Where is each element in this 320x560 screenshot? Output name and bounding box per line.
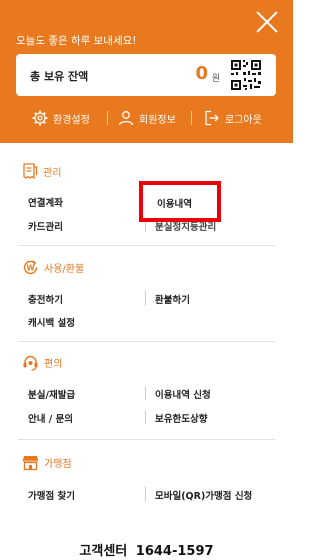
loss-reissue-link[interactable]: 분실/재발급 bbox=[28, 387, 75, 401]
charge-link[interactable]: 충전하기 bbox=[28, 292, 63, 306]
section-merchant-title: 가맹점 bbox=[22, 454, 72, 471]
customer-center-label: 고객센터 bbox=[79, 544, 128, 559]
column-divider bbox=[145, 291, 146, 305]
logout-icon bbox=[205, 110, 219, 126]
headset-icon bbox=[23, 355, 38, 371]
mobile-qr-merchant-link[interactable]: 모바일(QR)가맹점 신청 bbox=[155, 488, 252, 502]
logout-label: 로그아웃 bbox=[225, 114, 262, 126]
refund-link[interactable]: 환불하기 bbox=[155, 292, 190, 306]
member-info-button[interactable]: 회원정보 bbox=[118, 108, 176, 128]
column-divider bbox=[145, 410, 146, 424]
receipt-icon bbox=[23, 163, 38, 180]
close-icon[interactable] bbox=[255, 10, 279, 34]
header-menu-divider bbox=[107, 111, 108, 125]
member-info-label: 회원정보 bbox=[139, 114, 176, 126]
section-merchant-label: 가맹점 bbox=[44, 459, 72, 470]
column-divider bbox=[145, 386, 146, 400]
menu-header: 오늘도 좋은 하루 보내세요! 총 보유 잔액 0 원 환경설정 회원정보 로그… bbox=[0, 0, 293, 143]
balance-value: 0 bbox=[195, 63, 208, 84]
header-menu: 환경설정 회원정보 로그아웃 bbox=[0, 102, 293, 134]
customer-center[interactable]: 고객센터 1644-1597 bbox=[0, 540, 293, 559]
greeting-text: 오늘도 좋은 하루 보내세요! bbox=[16, 35, 137, 47]
usage-history-highlight[interactable]: 이용내역 bbox=[139, 181, 221, 222]
section-use-refund-title: W 사용/환불 bbox=[22, 259, 84, 276]
store-icon bbox=[22, 456, 39, 471]
cashback-settings-link[interactable]: 캐시백 설정 bbox=[28, 315, 75, 329]
card-management-link[interactable]: 카드관리 bbox=[28, 219, 63, 233]
section-manage-title: 관리 bbox=[22, 163, 61, 180]
section-use-refund-label: 사용/환불 bbox=[44, 264, 85, 275]
usage-history-link[interactable]: 이용내역 bbox=[157, 196, 192, 210]
section-divider bbox=[18, 439, 275, 440]
find-merchant-link[interactable]: 가맹점 찾기 bbox=[28, 488, 75, 502]
customer-center-phone[interactable]: 1644-1597 bbox=[136, 544, 214, 559]
section-convenience-title: 편의 bbox=[22, 354, 62, 371]
section-divider bbox=[18, 341, 275, 342]
settings-button[interactable]: 환경설정 bbox=[32, 108, 90, 128]
linked-account-link[interactable]: 연결계좌 bbox=[28, 195, 63, 209]
guide-inquiry-link[interactable]: 안내 / 문의 bbox=[28, 411, 73, 425]
usage-history-request-link[interactable]: 이용내역 신청 bbox=[155, 387, 211, 401]
gear-icon bbox=[32, 110, 48, 126]
section-divider bbox=[18, 245, 275, 246]
limit-increase-link[interactable]: 보유한도상향 bbox=[155, 411, 207, 425]
won-refresh-icon: W bbox=[23, 260, 38, 275]
column-divider bbox=[145, 487, 146, 501]
qr-code-icon[interactable] bbox=[230, 59, 262, 91]
settings-label: 환경설정 bbox=[53, 114, 90, 126]
balance-label: 총 보유 잔액 bbox=[30, 70, 89, 83]
svg-text:W: W bbox=[26, 264, 35, 273]
balance-unit: 원 bbox=[211, 74, 220, 84]
balance-card: 총 보유 잔액 0 원 bbox=[16, 54, 276, 96]
user-icon bbox=[118, 111, 134, 126]
section-convenience-label: 편의 bbox=[44, 359, 63, 370]
header-menu-divider bbox=[191, 111, 192, 125]
logout-button[interactable]: 로그아웃 bbox=[204, 108, 262, 128]
section-manage-label: 관리 bbox=[43, 168, 62, 179]
